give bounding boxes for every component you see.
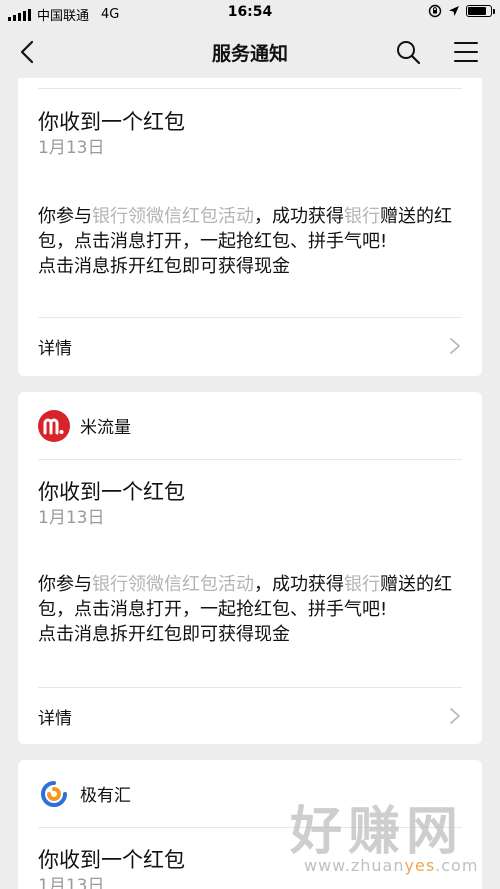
body-text: ，成功获得	[254, 206, 344, 227]
detail-link[interactable]: 详情	[38, 318, 462, 374]
detail-label: 详情	[38, 708, 72, 729]
body-instruction: 点击消息拆开红包即可获得现金	[38, 624, 290, 645]
brand-name: 米流量	[80, 418, 131, 438]
battery-icon	[466, 5, 495, 17]
message-date: 1月13日	[38, 508, 105, 528]
search-icon[interactable]	[394, 38, 422, 66]
message-title: 你收到一个红包	[38, 110, 185, 134]
message-title: 你收到一个红包	[38, 480, 185, 504]
body-text: 你参与	[38, 206, 92, 227]
location-icon	[449, 6, 459, 16]
notification-card[interactable]: 米流量 你收到一个红包 1月13日 你参与银行领微信红包活动，成功获得银行赠送的…	[18, 392, 482, 744]
jiyouhui-logo-icon	[38, 777, 70, 810]
activity-name: 银行领微信红包活动	[92, 574, 254, 595]
status-right	[428, 4, 495, 18]
card-header: 极有汇	[38, 760, 462, 828]
body-instruction: 点击消息拆开红包即可获得现金	[38, 256, 290, 277]
notification-card[interactable]: 极有汇 你收到一个红包 1月13日	[18, 760, 482, 889]
message-date: 1月13日	[38, 138, 105, 158]
page-title: 服务通知	[211, 43, 288, 65]
message-title: 你收到一个红包	[38, 848, 185, 872]
bank-name: 银行	[344, 206, 380, 227]
body-text: ，成功获得	[254, 574, 344, 595]
status-bar: 中国联通 4G 16:54	[0, 0, 500, 26]
card-header: 米流量	[38, 392, 462, 460]
clock: 16:54	[227, 4, 273, 20]
activity-name: 银行领微信红包活动	[92, 206, 254, 227]
menu-icon[interactable]	[452, 38, 480, 66]
nav-bar: 服务通知	[0, 26, 500, 78]
chevron-right-icon	[450, 708, 460, 724]
body-text: 你参与	[38, 574, 92, 595]
brand-name: 极有汇	[80, 786, 131, 806]
detail-label: 详情	[38, 338, 72, 359]
message-body: 你参与银行领微信红包活动，成功获得银行赠送的红包，点击消息打开，一起抢红包、拼手…	[38, 204, 468, 279]
divider	[38, 88, 462, 89]
chevron-right-icon	[450, 338, 460, 354]
milliuliang-logo-icon	[38, 409, 70, 442]
notification-card[interactable]: 你收到一个红包 1月13日 你参与银行领微信红包活动，成功获得银行赠送的红包，点…	[18, 78, 482, 376]
detail-link[interactable]: 详情	[38, 688, 462, 744]
bank-name: 银行	[344, 574, 380, 595]
back-button[interactable]	[16, 38, 40, 66]
battery-fill	[468, 7, 486, 15]
message-date: 1月13日	[38, 876, 105, 889]
message-body: 你参与银行领微信红包活动，成功获得银行赠送的红包，点击消息打开，一起抢红包、拼手…	[38, 572, 468, 647]
orientation-lock-icon	[428, 4, 442, 18]
